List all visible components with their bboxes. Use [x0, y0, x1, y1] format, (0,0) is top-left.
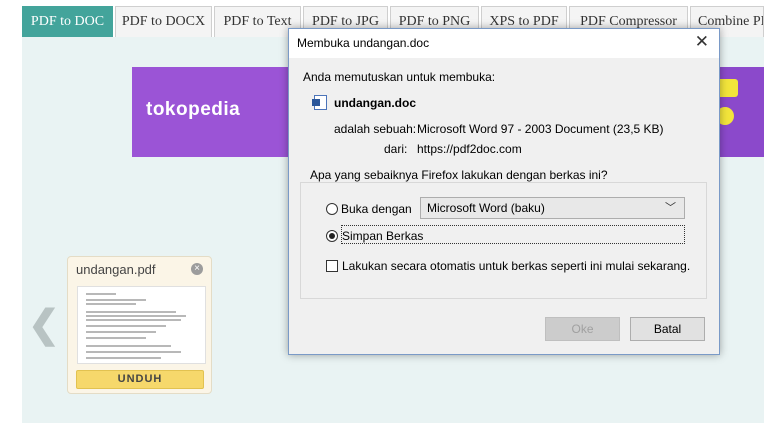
tab-pdf-to-doc[interactable]: PDF to DOC [22, 6, 113, 37]
ok-button[interactable]: Oke [545, 317, 620, 341]
file-card: undangan.pdf × UNDUH [67, 256, 212, 394]
file-source-label: dari: [384, 142, 408, 156]
open-with-select[interactable]: Microsoft Word (baku) ﹀ [420, 197, 685, 219]
dialog-filename: undangan.doc [334, 96, 416, 110]
action-question: Apa yang sebaiknya Firefox lakukan denga… [307, 168, 611, 182]
cancel-button[interactable]: Batal [630, 317, 705, 341]
chevron-down-icon: ﹀ [665, 202, 676, 214]
prev-arrow-icon[interactable]: ❮ [28, 306, 60, 344]
open-with-radio[interactable] [326, 203, 338, 215]
open-with-label[interactable]: Buka dengan [341, 202, 412, 216]
banner-brand: tokopedia [146, 99, 241, 120]
remove-file-icon[interactable]: × [191, 263, 203, 275]
open-with-value: Microsoft Word (baku) [427, 201, 545, 215]
file-source-value: https://pdf2doc.com [417, 142, 522, 156]
save-file-label[interactable]: Simpan Berkas [342, 229, 423, 243]
download-button[interactable]: UNDUH [76, 370, 204, 389]
file-type-label: adalah sebuah: [334, 122, 417, 136]
word-document-icon [312, 95, 327, 110]
close-icon[interactable]: ✕ [695, 33, 709, 51]
file-thumbnail [77, 286, 206, 364]
dialog-title: Membuka undangan.doc [297, 36, 430, 50]
file-name: undangan.pdf [76, 262, 156, 277]
file-type-value: Microsoft Word 97 - 2003 Document (23,5 … [417, 122, 664, 136]
dialog-intro: Anda memutuskan untuk membuka: [303, 70, 496, 84]
save-file-radio[interactable] [326, 230, 338, 242]
open-file-dialog: Membuka undangan.doc ✕ Anda memutuskan u… [288, 28, 720, 355]
auto-action-checkbox[interactable] [326, 260, 338, 272]
auto-action-label[interactable]: Lakukan secara otomatis untuk berkas sep… [342, 259, 690, 273]
tab-pdf-to-docx[interactable]: PDF to DOCX [115, 6, 212, 37]
dialog-titlebar: Membuka undangan.doc ✕ [289, 29, 719, 58]
